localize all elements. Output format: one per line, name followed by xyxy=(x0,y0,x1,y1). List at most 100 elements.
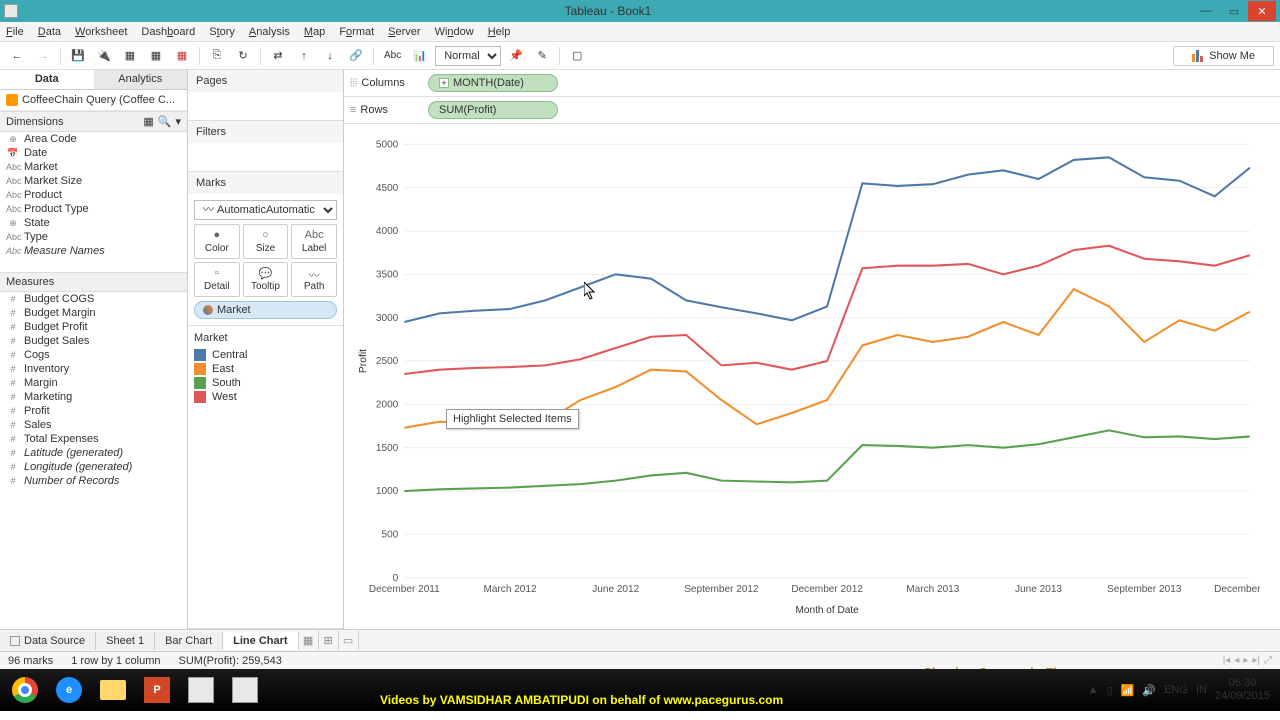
new-datasource-button[interactable]: 🔌 xyxy=(93,45,115,67)
legend-item[interactable]: West xyxy=(194,390,337,404)
pin-button[interactable]: 📌 xyxy=(505,45,527,67)
measure-field[interactable]: #Total Expenses xyxy=(0,432,187,446)
dimension-field[interactable]: AbcMarket Size xyxy=(0,174,187,188)
menu-window[interactable]: Window xyxy=(435,26,474,38)
mark-detail-button[interactable]: ▫Detail xyxy=(194,262,240,297)
ie-icon[interactable]: e xyxy=(48,672,90,708)
tab-bar-chart[interactable]: Bar Chart xyxy=(155,632,223,650)
fit-select[interactable]: Normal xyxy=(435,46,501,66)
menu-format[interactable]: Format xyxy=(339,26,374,38)
expand-icon[interactable]: + xyxy=(439,78,449,88)
dimension-field[interactable]: AbcType xyxy=(0,230,187,244)
measure-field[interactable]: #Cogs xyxy=(0,348,187,362)
lang-indicator[interactable]: ENG xyxy=(1164,684,1188,696)
datasource-item[interactable]: CoffeeChain Query (Coffee C... xyxy=(0,90,187,111)
mark-tooltip-button[interactable]: 💬Tooltip xyxy=(243,262,289,297)
maximize-button[interactable]: ▭ xyxy=(1220,1,1248,21)
sort-desc-button[interactable]: ↓ xyxy=(319,45,341,67)
powerpoint-icon[interactable]: P xyxy=(136,672,178,708)
clock[interactable]: 05:3024/09/2015 xyxy=(1215,677,1270,703)
chrome-icon[interactable] xyxy=(4,672,46,708)
minimize-button[interactable]: — xyxy=(1192,1,1220,21)
auto-update-button[interactable]: ▦ xyxy=(119,45,141,67)
measure-field[interactable]: #Budget Profit xyxy=(0,320,187,334)
measure-field[interactable]: #Latitude (generated) xyxy=(0,446,187,460)
mark-path-button[interactable]: 〰Path xyxy=(291,262,337,297)
mark-color-button[interactable]: ●Color xyxy=(194,224,240,259)
menu-help[interactable]: Help xyxy=(488,26,511,38)
volume-icon[interactable]: 🔊 xyxy=(1142,684,1156,697)
pages-shelf[interactable] xyxy=(188,92,343,120)
refresh-button[interactable]: ↻ xyxy=(232,45,254,67)
legend-item[interactable]: East xyxy=(194,362,337,376)
run-button[interactable]: ▦ xyxy=(145,45,167,67)
swap-button[interactable]: ⇄ xyxy=(267,45,289,67)
menu-icon[interactable]: ▾ xyxy=(175,115,181,128)
app-icon-2[interactable] xyxy=(224,672,266,708)
mark-label-button[interactable]: AbcLabel xyxy=(291,224,337,259)
menu-dashboard[interactable]: Dashboard xyxy=(141,26,195,38)
chart-area[interactable]: 0500100015002000250030003500400045005000… xyxy=(344,124,1280,629)
tab-sheet1[interactable]: Sheet 1 xyxy=(96,632,155,650)
measure-field[interactable]: #Budget Sales xyxy=(0,334,187,348)
dimension-field[interactable]: 📅Date xyxy=(0,146,187,160)
battery-icon[interactable]: ▯ xyxy=(1107,684,1113,697)
clear-button[interactable]: ▦ xyxy=(171,45,193,67)
measure-field[interactable]: #Budget COGS xyxy=(0,292,187,306)
tray-icon[interactable]: ▲ xyxy=(1088,684,1099,696)
measure-field[interactable]: #Marketing xyxy=(0,390,187,404)
dimension-field[interactable]: AbcProduct xyxy=(0,188,187,202)
menu-file[interactable]: File xyxy=(6,26,24,38)
measure-field[interactable]: #Budget Margin xyxy=(0,306,187,320)
dimension-field[interactable]: AbcProduct Type xyxy=(0,202,187,216)
menu-analysis[interactable]: Analysis xyxy=(249,26,290,38)
legend-item[interactable]: South xyxy=(194,376,337,390)
show-me-button[interactable]: Show Me xyxy=(1173,46,1274,66)
tab-data[interactable]: Data xyxy=(0,70,94,89)
marks-market-pill[interactable]: Market xyxy=(194,301,337,319)
measure-field[interactable]: #Longitude (generated) xyxy=(0,460,187,474)
group-button[interactable]: 🔗 xyxy=(345,45,367,67)
save-button[interactable]: 💾 xyxy=(67,45,89,67)
network-icon[interactable]: 📶 xyxy=(1121,684,1135,697)
forward-button[interactable]: → xyxy=(32,45,54,67)
highlight-button[interactable]: ✎ xyxy=(531,45,553,67)
dimension-field[interactable]: ⊕State xyxy=(0,216,187,230)
menu-server[interactable]: Server xyxy=(388,26,420,38)
filters-shelf[interactable] xyxy=(188,143,343,171)
view-icon[interactable]: ▦ xyxy=(143,115,153,128)
mark-size-button[interactable]: ○Size xyxy=(243,224,289,259)
columns-pill[interactable]: +MONTH(Date) xyxy=(428,74,558,92)
new-worksheet-button[interactable]: ▦ xyxy=(299,631,319,650)
measure-field[interactable]: #Margin xyxy=(0,376,187,390)
back-button[interactable]: ← xyxy=(6,45,28,67)
menu-story[interactable]: Story xyxy=(209,26,235,38)
chart-type-button[interactable]: 📊 xyxy=(409,45,431,67)
new-dashboard-button[interactable]: ⊞ xyxy=(319,631,339,650)
menu-map[interactable]: Map xyxy=(304,26,325,38)
rows-pill[interactable]: SUM(Profit) xyxy=(428,101,558,119)
menu-data[interactable]: Data xyxy=(38,26,61,38)
measure-field[interactable]: #Profit xyxy=(0,404,187,418)
new-story-button[interactable]: ▭ xyxy=(339,631,359,650)
measure-field[interactable]: #Inventory xyxy=(0,362,187,376)
kb-indicator[interactable]: IN xyxy=(1196,684,1207,696)
legend-item[interactable]: Central xyxy=(194,348,337,362)
tab-data-source[interactable]: Data Source xyxy=(0,632,96,650)
label-button[interactable]: Abc xyxy=(380,45,405,67)
presentation-button[interactable]: ▢ xyxy=(566,45,588,67)
close-button[interactable]: ✕ xyxy=(1248,1,1276,21)
search-icon[interactable]: 🔍 xyxy=(158,115,172,128)
dimension-field[interactable]: AbcMarket xyxy=(0,160,187,174)
tab-line-chart[interactable]: Line Chart xyxy=(223,632,298,650)
app-icon-1[interactable] xyxy=(180,672,222,708)
sort-asc-button[interactable]: ↑ xyxy=(293,45,315,67)
tab-analytics[interactable]: Analytics xyxy=(94,70,188,89)
measure-field[interactable]: #Number of Records xyxy=(0,474,187,488)
measure-field[interactable]: #Sales xyxy=(0,418,187,432)
dimension-field[interactable]: AbcMeasure Names xyxy=(0,244,187,258)
dimension-field[interactable]: ⊕Area Code xyxy=(0,132,187,146)
explorer-icon[interactable] xyxy=(92,672,134,708)
marks-type-select[interactable]: 〰 AutomaticAutomatic xyxy=(194,200,337,220)
duplicate-button[interactable]: ⎘ xyxy=(206,45,228,67)
